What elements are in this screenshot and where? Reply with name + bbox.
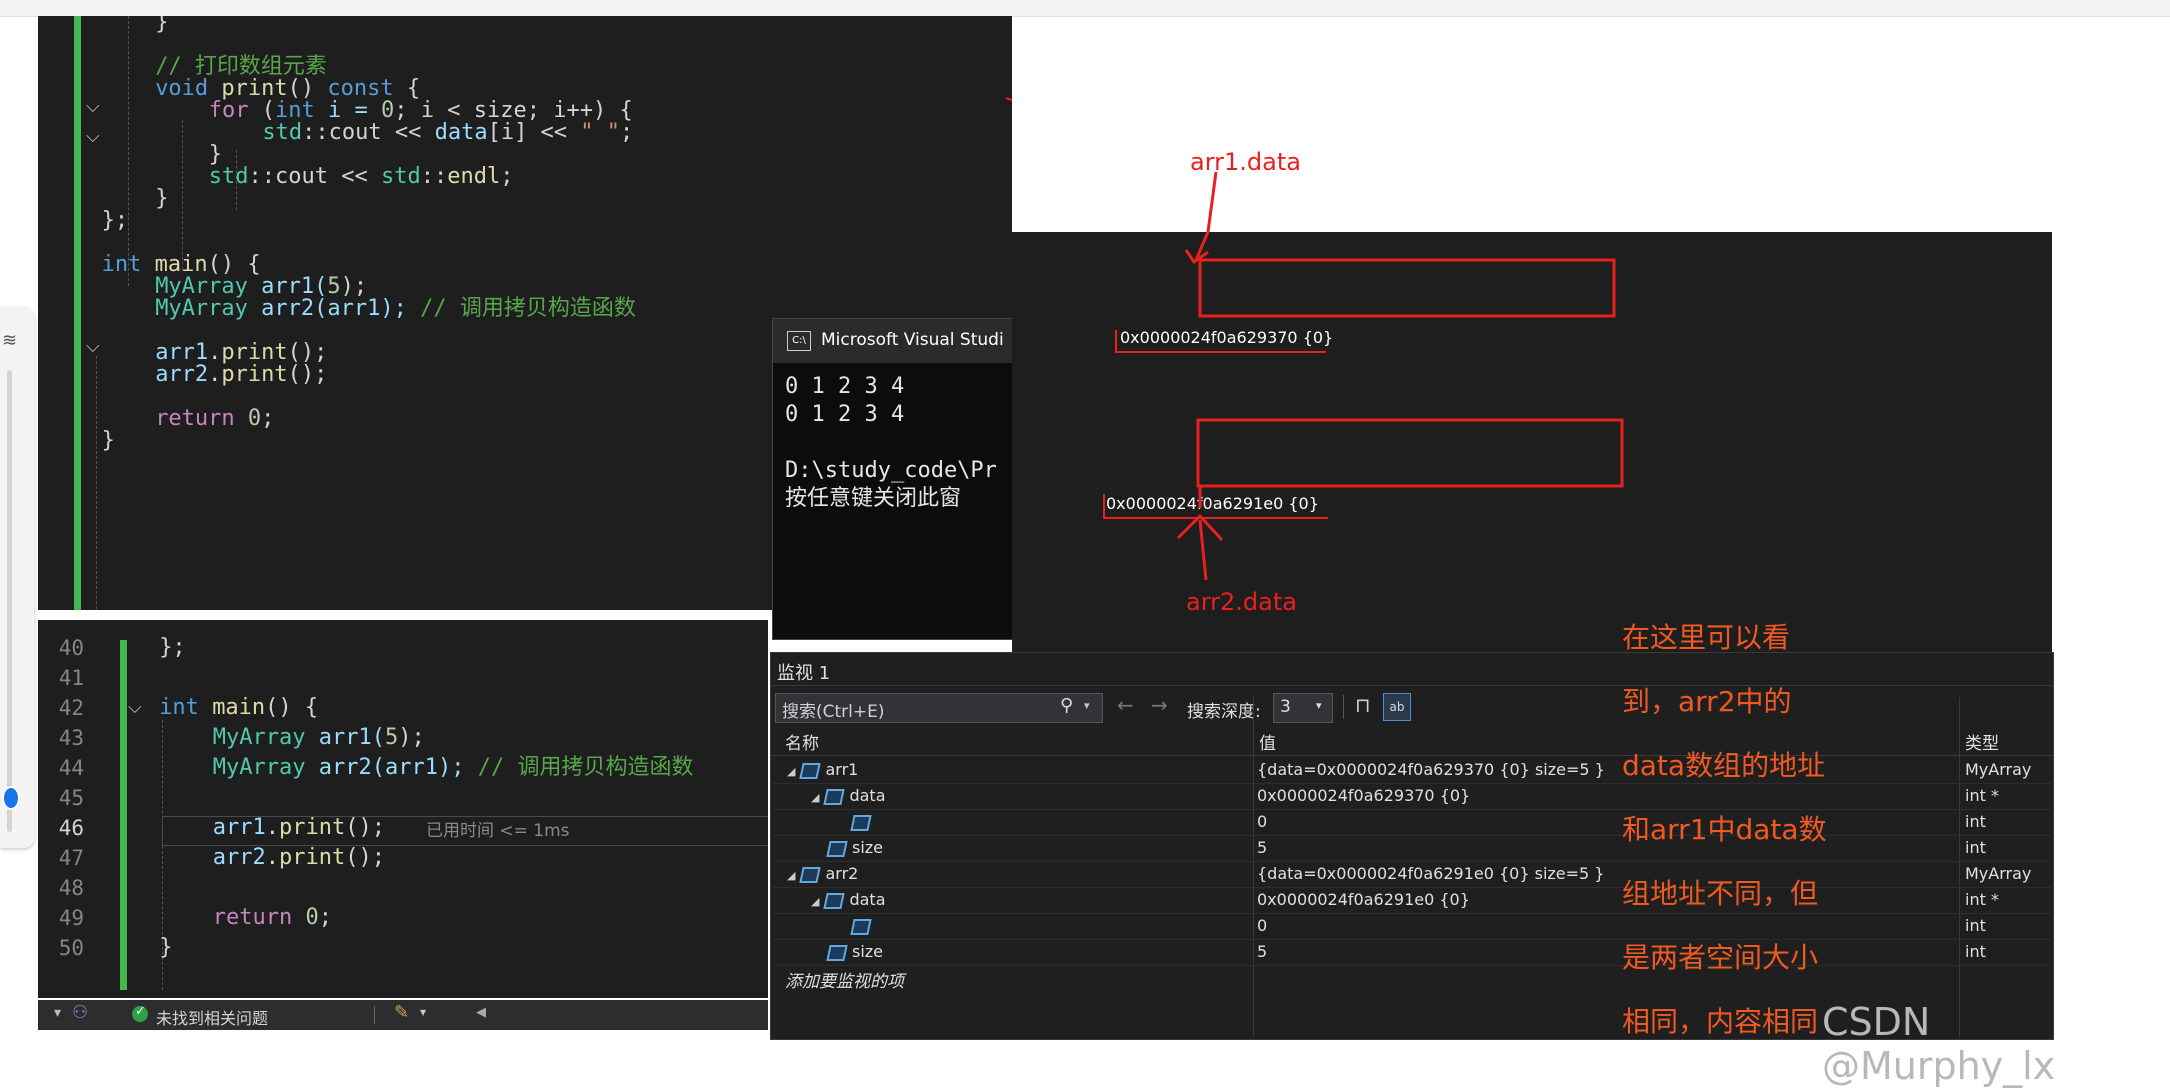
- forward-arrow-icon[interactable]: →: [1151, 693, 1168, 717]
- watch-name-cell[interactable]: size: [811, 939, 1251, 965]
- watch-variable-name: data: [849, 890, 886, 909]
- watch-name-cell[interactable]: ◢ data: [811, 887, 1251, 913]
- header-divider: [771, 755, 2053, 756]
- arr1-pointer-arrow: [1194, 171, 1218, 261]
- red-tick-mark: [1005, 97, 1013, 101]
- variable-object-icon: [850, 814, 872, 831]
- watch-row[interactable]: ◢ arr1 {data=0x0000024f0a629370 {0} size=5…: [773, 757, 2051, 784]
- dropdown-arrow-icon[interactable]: ▾: [1316, 699, 1322, 712]
- explanation-note-line: 相同，内容相同: [1622, 1005, 1819, 1038]
- watch-row[interactable]: size 5 int: [773, 939, 2051, 966]
- watch-value-cell[interactable]: {data=0x0000024f0a629370 {0} size=5 }: [1257, 757, 1957, 783]
- watch-name-cell[interactable]: ◢ arr2: [787, 861, 1227, 887]
- watch-value-cell[interactable]: 0: [1257, 809, 1957, 835]
- watch-name-cell[interactable]: [835, 913, 1275, 939]
- watch-type-cell: int: [1965, 838, 1986, 857]
- toolbar-divider: [1343, 695, 1344, 719]
- explanation-note-line: 到，arr2中的: [1622, 685, 1792, 718]
- back-arrow-icon[interactable]: ←: [1117, 693, 1134, 717]
- dropdown-arrow-icon[interactable]: ▾: [1084, 699, 1090, 712]
- watch-value-cell[interactable]: {data=0x0000024f0a6291e0 {0} size=5 }: [1257, 861, 1957, 887]
- watch-variable-name: data: [849, 786, 886, 805]
- expand-toggle-icon[interactable]: ◢: [811, 895, 819, 908]
- hex-display-icon[interactable]: ab: [1383, 693, 1411, 721]
- watch-row[interactable]: size 5 int: [773, 835, 2051, 862]
- expand-toggle-icon[interactable]: ◢: [811, 791, 819, 804]
- watch-type-cell: int *: [1965, 890, 1999, 909]
- explanation-note-line: data数组的地址: [1622, 749, 1826, 782]
- watch-name-cell[interactable]: [835, 809, 1275, 835]
- watch-value-cell[interactable]: 0: [1257, 913, 1957, 939]
- column-header-type[interactable]: 类型: [1965, 729, 1999, 754]
- add-watch-item[interactable]: 添加要监视的项: [785, 967, 904, 992]
- watch-title-divider: [771, 685, 2053, 686]
- watch-variable-name: size: [852, 838, 884, 857]
- pin-icon[interactable]: ⊓: [1355, 693, 1371, 717]
- watch-type-cell: int *: [1965, 786, 1999, 805]
- watch-row[interactable]: ◢ data 0x0000024f0a6291e0 {0} int *: [773, 887, 2051, 914]
- watch-type-cell: int: [1965, 812, 1986, 831]
- explanation-note-line: 是两者空间大小: [1622, 941, 1819, 974]
- arr1-memory-block: [1198, 258, 1616, 318]
- search-depth-value: 3: [1280, 697, 1291, 717]
- variable-object-icon: [850, 918, 872, 935]
- variable-object-icon: [823, 892, 846, 909]
- watch-type-cell: int: [1965, 916, 1986, 935]
- expand-toggle-icon[interactable]: ◢: [787, 869, 795, 882]
- variable-object-icon: [799, 762, 822, 779]
- watch-search-input[interactable]: 搜索(Ctrl+E) ⚲ ▾: [775, 693, 1103, 723]
- watch-type-cell: MyArray: [1965, 864, 2032, 883]
- column-header-name[interactable]: 名称: [785, 729, 819, 754]
- watch-value-cell[interactable]: 0x0000024f0a629370 {0}: [1257, 783, 1957, 809]
- arr2-memory-block: [1196, 418, 1624, 488]
- variable-object-icon: [826, 840, 848, 857]
- explanation-note-line: 组地址不同，但: [1622, 877, 1819, 910]
- watch-name-cell[interactable]: ◢ data: [811, 783, 1251, 809]
- watch-value-cell[interactable]: 5: [1257, 835, 1957, 861]
- arr1-address-underline: [1115, 330, 1326, 353]
- watch-title: 监视 1: [777, 663, 831, 684]
- search-depth-select[interactable]: 3 ▾: [1273, 693, 1333, 723]
- watch-row[interactable]: ◢ arr2 {data=0x0000024f0a6291e0 {0} size=5…: [773, 861, 2051, 888]
- watch-type-cell: MyArray: [1965, 760, 2032, 779]
- arr2-address-underline: [1103, 494, 1328, 519]
- watch-search-placeholder: 搜索(Ctrl+E): [782, 702, 885, 722]
- watch-window[interactable]: 监视 1 搜索(Ctrl+E) ⚲ ▾ ← → 搜索深度: 3 ▾ ⊓ ab 名…: [770, 652, 2054, 1040]
- watch-name-cell[interactable]: ◢ arr1: [787, 757, 1227, 783]
- watch-variable-name: size: [852, 942, 884, 961]
- search-icon[interactable]: ⚲: [1060, 695, 1073, 716]
- watch-row[interactable]: ◢ data 0x0000024f0a629370 {0} int *: [773, 783, 2051, 810]
- watermark: CSDN @Murphy_lx: [1822, 1000, 2056, 1088]
- arr2-pointer-arrow: [1198, 519, 1208, 581]
- watch-value-cell[interactable]: 5: [1257, 939, 1957, 965]
- column-header-value[interactable]: 值: [1259, 729, 1276, 754]
- watch-variable-name: arr1: [825, 760, 859, 779]
- expand-toggle-icon[interactable]: ◢: [787, 765, 795, 778]
- watch-row[interactable]: 0 int: [773, 809, 2051, 836]
- watch-variable-name: arr2: [825, 864, 859, 883]
- explanation-note-line: 在这里可以看: [1622, 621, 1791, 654]
- watch-name-cell[interactable]: size: [811, 835, 1251, 861]
- watch-row[interactable]: 0 int: [773, 913, 2051, 940]
- variable-object-icon: [799, 866, 822, 883]
- variable-object-icon: [826, 944, 848, 961]
- explanation-note-line: 和arr1中data数: [1622, 813, 1827, 846]
- variable-object-icon: [823, 788, 846, 805]
- watch-value-cell[interactable]: 0x0000024f0a6291e0 {0}: [1257, 887, 1957, 913]
- watch-type-cell: int: [1965, 942, 1986, 961]
- search-depth-label: 搜索深度:: [1187, 702, 1261, 722]
